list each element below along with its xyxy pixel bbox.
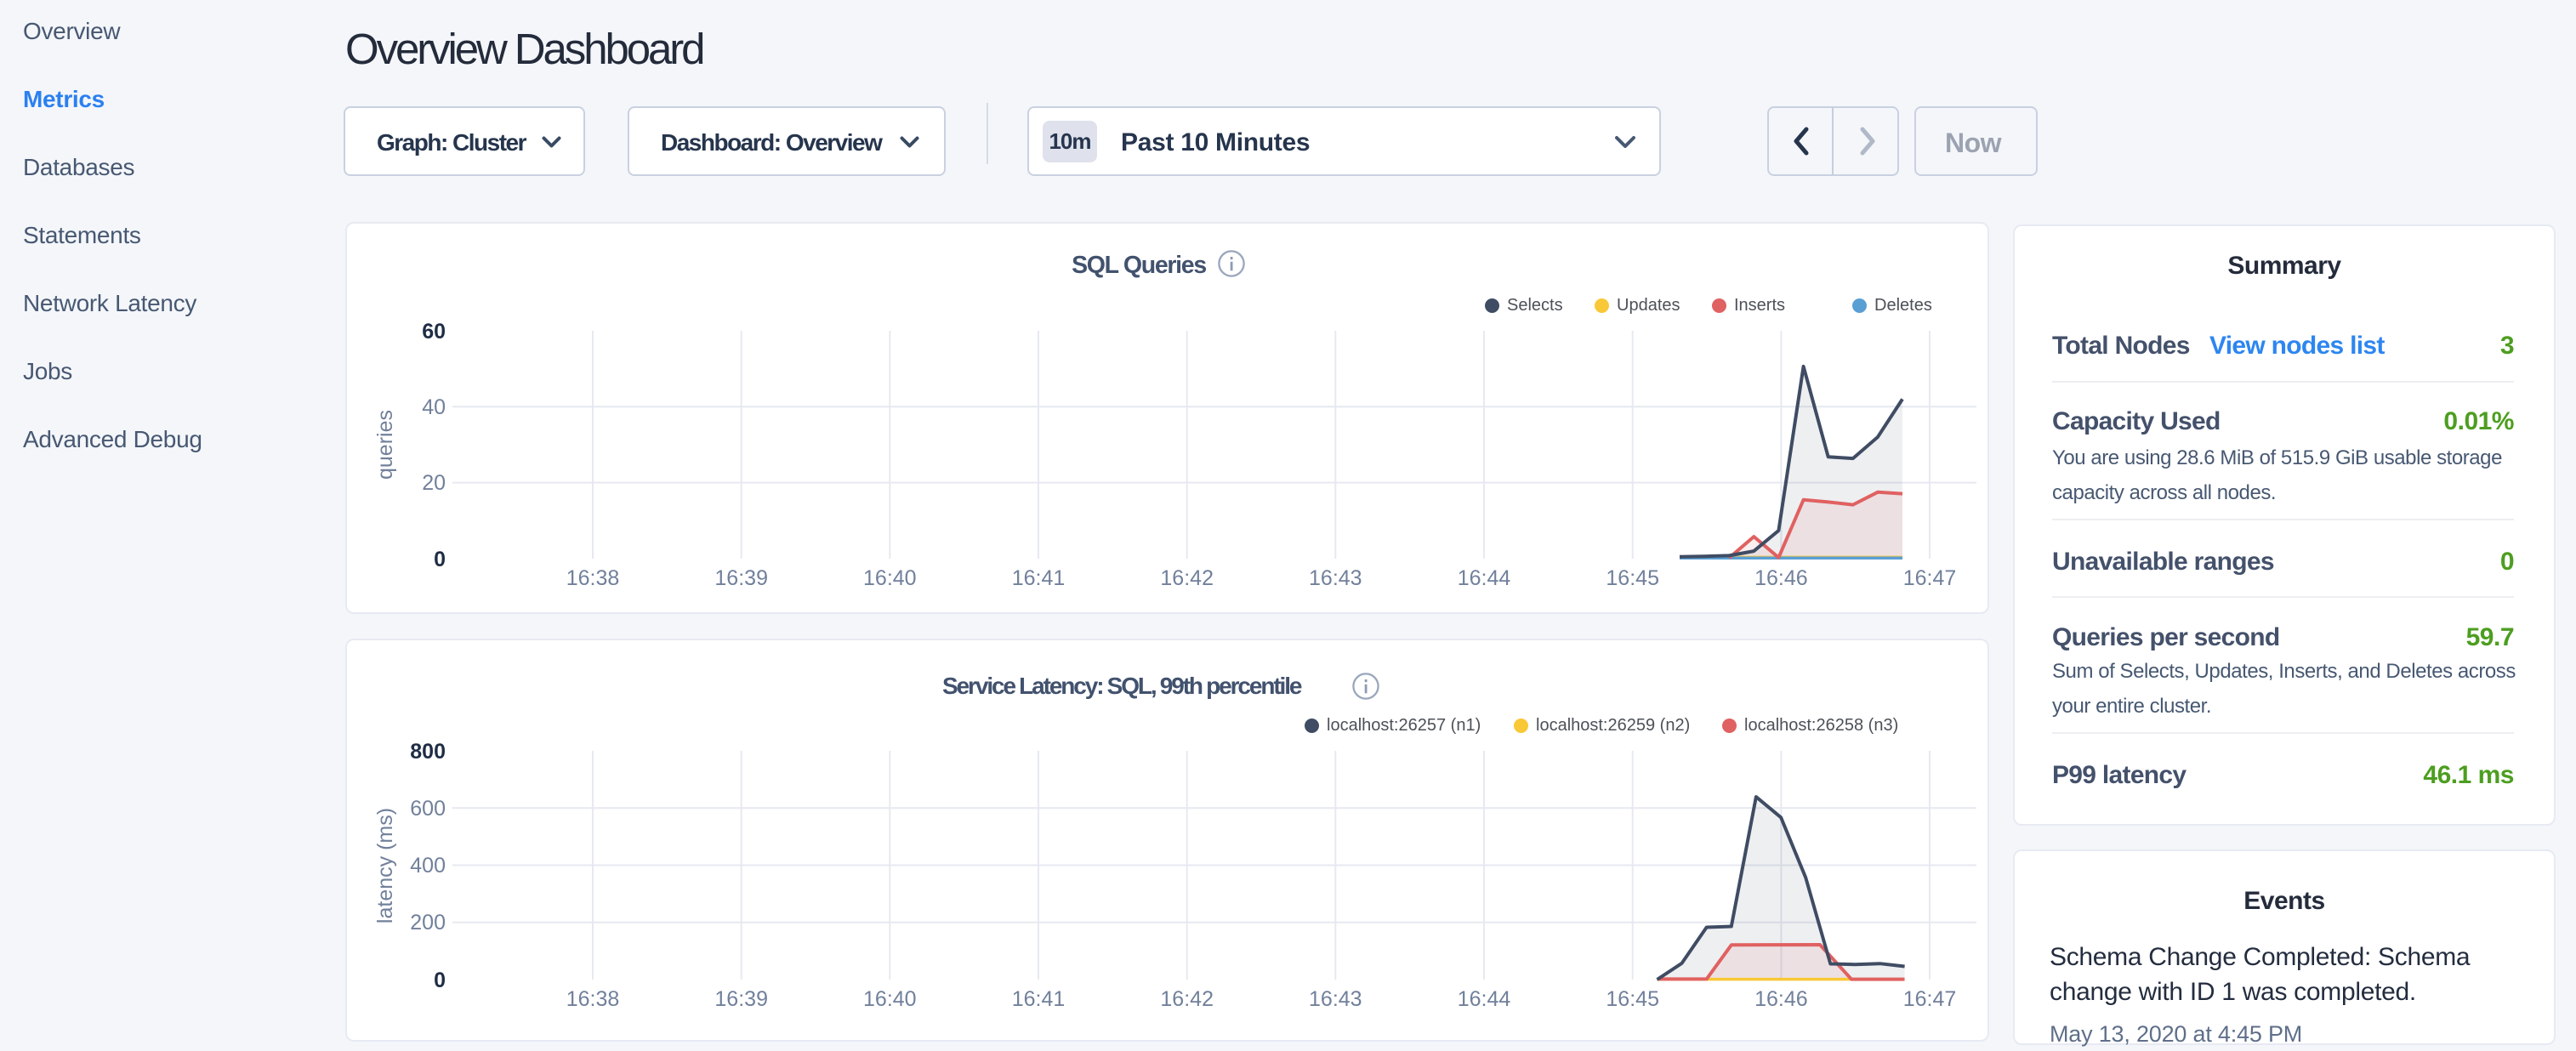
svg-text:600: 600	[410, 797, 446, 821]
svg-text:400: 400	[410, 854, 446, 878]
svg-text:20: 20	[422, 471, 446, 495]
svg-text:0: 0	[434, 548, 446, 571]
svg-text:800: 800	[410, 740, 446, 764]
svg-text:16:43: 16:43	[1309, 566, 1362, 590]
svg-text:40: 40	[422, 395, 446, 419]
svg-text:16:46: 16:46	[1754, 566, 1808, 590]
svg-text:16:45: 16:45	[1606, 566, 1659, 590]
svg-text:16:47: 16:47	[1903, 566, 1957, 590]
svg-text:16:39: 16:39	[714, 566, 768, 590]
svg-text:16:47: 16:47	[1903, 987, 1957, 1011]
svg-text:16:44: 16:44	[1458, 987, 1511, 1011]
svg-text:16:44: 16:44	[1458, 566, 1511, 590]
svg-text:16:41: 16:41	[1012, 987, 1066, 1011]
svg-text:0: 0	[434, 969, 446, 992]
svg-text:16:38: 16:38	[566, 566, 620, 590]
svg-text:16:43: 16:43	[1309, 987, 1362, 1011]
svg-text:60: 60	[422, 320, 446, 344]
svg-text:16:39: 16:39	[714, 987, 768, 1011]
svg-text:queries: queries	[373, 410, 397, 480]
svg-text:16:40: 16:40	[863, 987, 917, 1011]
svg-text:latency (ms): latency (ms)	[373, 808, 397, 923]
svg-text:16:45: 16:45	[1606, 987, 1659, 1011]
svg-text:200: 200	[410, 911, 446, 935]
svg-text:16:41: 16:41	[1012, 566, 1066, 590]
svg-text:16:42: 16:42	[1160, 987, 1214, 1011]
svg-text:16:40: 16:40	[863, 566, 917, 590]
svg-text:16:46: 16:46	[1754, 987, 1808, 1011]
svg-text:16:38: 16:38	[566, 987, 620, 1011]
svg-text:16:42: 16:42	[1160, 566, 1214, 590]
